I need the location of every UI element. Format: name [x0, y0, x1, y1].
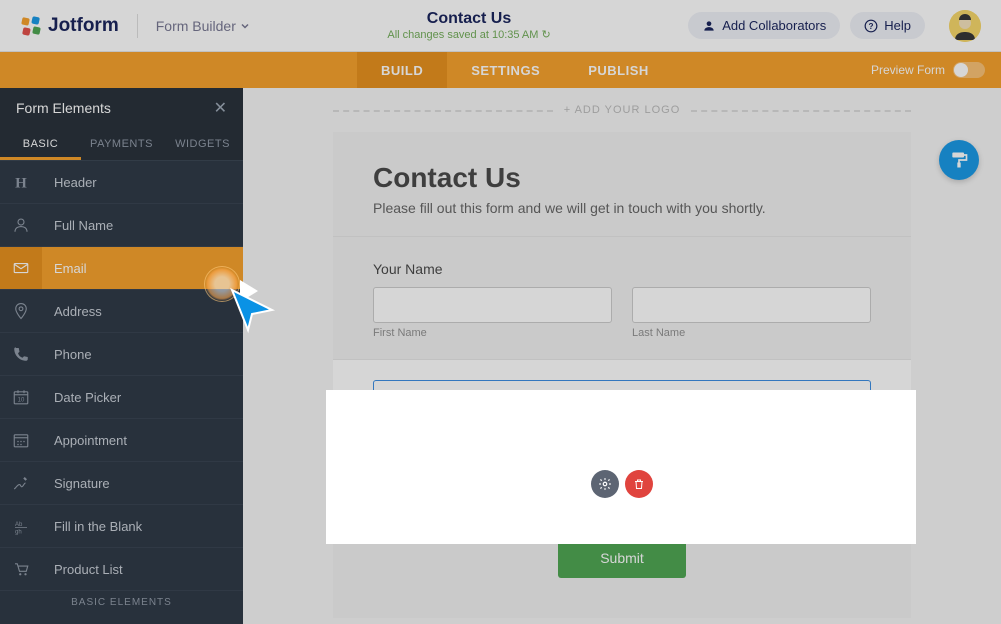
divider [137, 14, 138, 38]
email-label: Email [390, 393, 854, 409]
field-actions [373, 470, 871, 498]
toggle-switch[interactable] [953, 62, 985, 78]
first-name-sublabel: First Name [373, 327, 612, 339]
logo[interactable]: Jotform [20, 15, 119, 37]
selected-field-wrapper: Email example@example.com ⋮⋮ [373, 380, 871, 484]
sidebar-header: Form Elements ✕ [0, 88, 243, 128]
page-title[interactable]: Contact Us [250, 10, 688, 28]
person-icon [702, 19, 716, 33]
last-name-input[interactable] [632, 287, 871, 323]
submit-section: Submit [333, 524, 911, 618]
logo-text: Jotform [48, 15, 119, 37]
form-canvas: + ADD YOUR LOGO Contact Us Please fill o… [243, 88, 1001, 624]
email-input[interactable] [390, 425, 613, 455]
cart-icon [0, 560, 42, 578]
sidebar-item-fill-blank[interactable]: Abgh Fill in the Blank [0, 505, 243, 548]
submit-button[interactable]: Submit [558, 538, 686, 578]
svg-text:gh: gh [15, 530, 22, 536]
gear-icon [598, 477, 612, 491]
sidebar-item-header[interactable]: H Header [0, 161, 243, 204]
svg-text:Ab: Ab [15, 522, 23, 528]
sidebar-tab-basic[interactable]: BASIC [0, 128, 81, 160]
help-button[interactable]: ? Help [850, 12, 925, 39]
form-builder-dropdown[interactable]: Form Builder [156, 18, 250, 34]
chevron-down-icon [240, 21, 250, 31]
field-delete-button[interactable] [625, 470, 653, 498]
paint-roller-fab[interactable] [939, 140, 979, 180]
header-center: Contact Us All changes saved at 10:35 AM… [250, 10, 688, 41]
sidebar-item-full-name[interactable]: Full Name [0, 204, 243, 247]
field-settings-button[interactable] [591, 470, 619, 498]
main-tabs: BUILD SETTINGS PUBLISH Preview Form [0, 52, 1001, 88]
add-logo-button[interactable]: + ADD YOUR LOGO [243, 88, 1001, 132]
last-name-sublabel: Last Name [632, 327, 871, 339]
top-header: Jotform Form Builder Contact Us All chan… [0, 0, 1001, 52]
element-list: H Header Full Name Email Address Phone 1… [0, 161, 243, 624]
form-subheading: Please fill out this form and we will ge… [373, 200, 871, 216]
avatar[interactable] [949, 10, 981, 42]
avatar-icon [949, 10, 981, 42]
phone-icon [0, 345, 42, 363]
first-name-input[interactable] [373, 287, 612, 323]
sidebar-tab-payments[interactable]: PAYMENTS [81, 128, 162, 160]
form-elements-sidebar: Form Elements ✕ BASIC PAYMENTS WIDGETS H… [0, 88, 243, 624]
jotform-logo-icon [20, 15, 42, 37]
add-collaborators-button[interactable]: Add Collaborators [688, 12, 840, 39]
svg-text:?: ? [869, 21, 874, 30]
sidebar-section-label: BASIC ELEMENTS [0, 591, 243, 614]
sidebar-tabs: BASIC PAYMENTS WIDGETS [0, 128, 243, 161]
pen-icon [0, 474, 42, 492]
tab-publish[interactable]: PUBLISH [564, 52, 673, 88]
help-icon: ? [864, 19, 878, 33]
sidebar-title: Form Elements [16, 100, 111, 116]
refresh-icon: ↻ [541, 29, 550, 41]
form-card: Contact Us Please fill out this form and… [333, 132, 911, 618]
header-right: Add Collaborators ? Help [688, 10, 981, 42]
svg-text:H: H [15, 175, 27, 191]
preview-form-toggle[interactable]: Preview Form [871, 52, 985, 88]
form-header-section[interactable]: Contact Us Please fill out this form and… [333, 132, 911, 237]
pin-icon [0, 302, 42, 320]
email-field-section[interactable]: Email example@example.com ⋮⋮ [333, 360, 911, 524]
sidebar-item-signature[interactable]: Signature [0, 462, 243, 505]
sidebar-item-phone[interactable]: Phone [0, 333, 243, 376]
saved-status: All changes saved at 10:35 AM↻ [250, 28, 688, 41]
sidebar-item-product-list[interactable]: Product List [0, 548, 243, 591]
sidebar-item-email[interactable]: Email [0, 247, 243, 290]
user-icon [0, 216, 42, 234]
paint-roller-icon [949, 150, 969, 170]
tab-build[interactable]: BUILD [357, 52, 447, 88]
sidebar-item-appointment[interactable]: Appointment [0, 419, 243, 462]
drag-handle-icon[interactable]: ⋮⋮ [830, 424, 862, 441]
name-field-section[interactable]: Your Name First Name Last Name [333, 237, 911, 360]
dropdown-text: Form Builder [156, 18, 236, 34]
close-icon[interactable]: ✕ [214, 98, 227, 118]
sidebar-tab-widgets[interactable]: WIDGETS [162, 128, 243, 160]
heading-icon: H [0, 173, 42, 191]
blank-icon: Ab gh [0, 517, 42, 535]
form-heading: Contact Us [373, 162, 871, 194]
sidebar-item-date-picker[interactable]: 10 Date Picker [0, 376, 243, 419]
trash-icon [633, 478, 645, 490]
appointment-icon [0, 431, 42, 449]
sidebar-item-address[interactable]: Address [0, 290, 243, 333]
tab-settings[interactable]: SETTINGS [447, 52, 564, 88]
calendar-icon: 10 [0, 388, 42, 406]
name-label: Your Name [373, 261, 871, 277]
envelope-icon [0, 247, 42, 289]
svg-text:10: 10 [18, 398, 25, 404]
